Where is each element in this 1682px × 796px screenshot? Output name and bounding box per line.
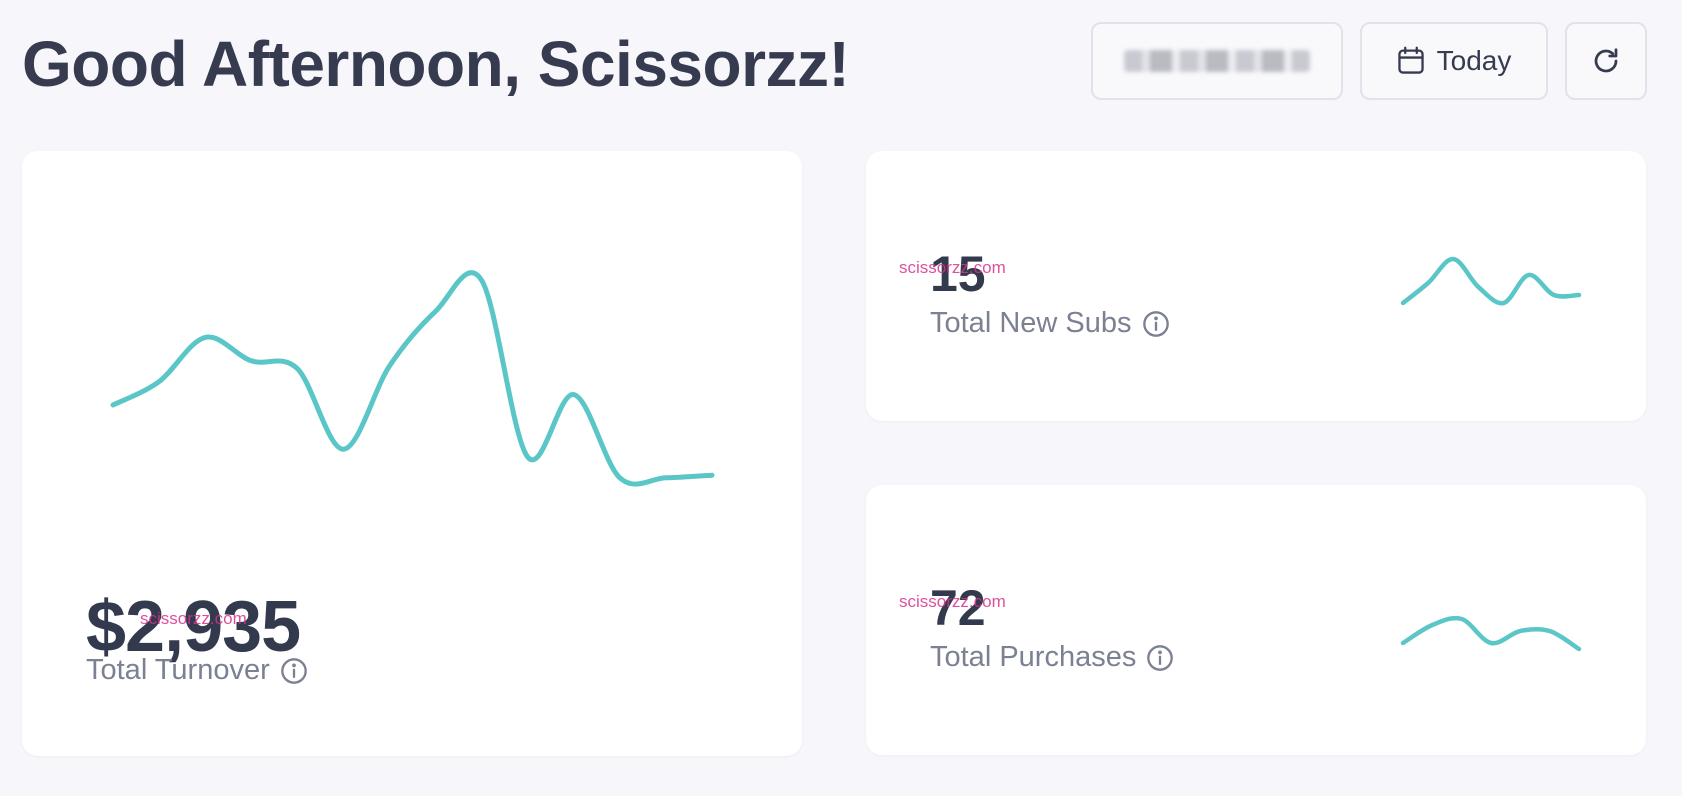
refresh-button[interactable]: [1565, 22, 1647, 100]
purchases-label-row: Total Purchases: [930, 641, 1174, 674]
turnover-line: [110, 270, 715, 487]
info-icon[interactable]: [1142, 310, 1170, 338]
new-subs-label: Total New Subs: [930, 307, 1132, 339]
purchases-value: 72: [930, 580, 986, 636]
purchases-card: 72 Total Purchases scissorzz.com: [866, 485, 1646, 755]
info-icon[interactable]: [280, 657, 308, 685]
blurred-account-name: [1124, 50, 1310, 72]
new-subs-label-row: Total New Subs: [930, 307, 1170, 340]
account-selector[interactable]: [1091, 22, 1343, 100]
date-range-label: Today: [1436, 45, 1512, 76]
new-subs-card: 15 Total New Subs scissorzz.com: [866, 151, 1646, 421]
purchases-line: [1400, 615, 1582, 652]
refresh-icon: [1594, 48, 1618, 73]
page-title: Good Afternoon, Scissorzz!: [22, 28, 850, 100]
purchases-label: Total Purchases: [930, 641, 1137, 673]
date-range-button[interactable]: Today: [1360, 22, 1548, 100]
top-controls: Today: [1091, 22, 1647, 100]
new-subs-value: 15: [930, 246, 986, 302]
calendar-icon: [1397, 46, 1424, 74]
turnover-label: Total Turnover: [86, 654, 270, 686]
new-subs-line: [1400, 256, 1582, 306]
info-icon[interactable]: [1146, 644, 1174, 672]
turnover-card: $2,935 Total Turnover scissorzz.com: [22, 151, 802, 756]
turnover-value: $2,935: [86, 587, 301, 667]
turnover-label-row: Total Turnover: [86, 654, 308, 687]
